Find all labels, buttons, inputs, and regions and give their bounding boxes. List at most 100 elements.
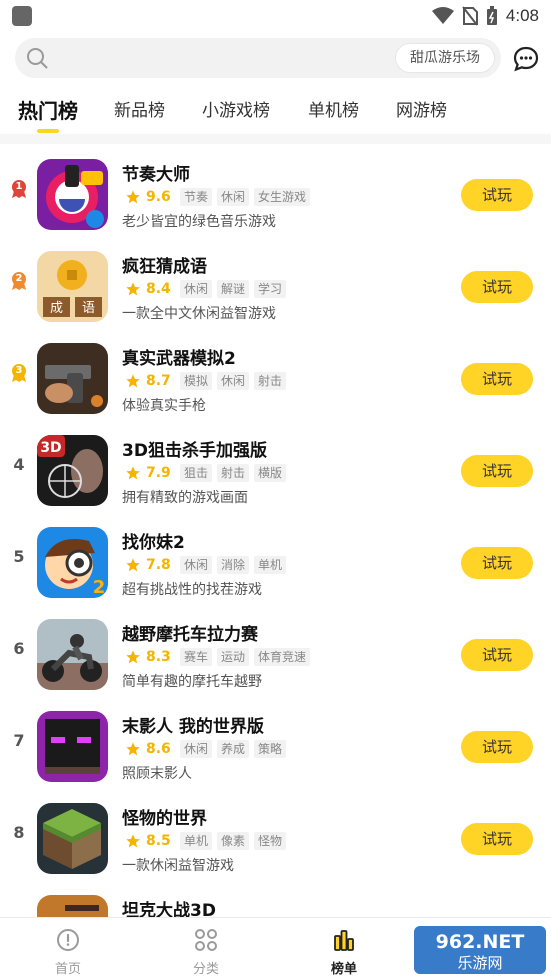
active-tab-indicator: [37, 129, 59, 133]
star-icon: [126, 558, 140, 572]
game-tag: 休闲: [180, 740, 213, 758]
game-description: 超有挑战性的找茬游戏: [122, 582, 262, 598]
no-sim-icon: [462, 6, 478, 26]
list-item[interactable]: 8 怪物的世界 8.5 单机 像素 怪物 一款休闲益智游戏 试玩: [0, 788, 551, 880]
nav-label: 榜单: [330, 962, 357, 977]
try-play-button[interactable]: 试玩: [461, 547, 533, 579]
game-description: 简单有趣的摩托车越野: [122, 674, 262, 690]
nav-ranking[interactable]: 榜单: [299, 918, 389, 979]
tab-online-games[interactable]: 网游榜: [396, 92, 447, 134]
try-play-button[interactable]: 试玩: [461, 363, 533, 395]
game-description: 一款全中文休闲益智游戏: [122, 306, 276, 322]
game-tag: 学习: [254, 280, 287, 298]
search-icon: [27, 48, 48, 69]
tank-icon[interactable]: [37, 895, 108, 917]
star-icon: [126, 742, 140, 756]
list-item[interactable]: 4 3D 3D狙击杀手加强版 7.9 狙击 射击 横版 拥有精致的游戏画面 试玩: [0, 420, 551, 512]
list-item[interactable]: 5 2 找你妹2 7.8 休闲 消除 单机 超有挑战性的找茬游戏 试玩: [0, 512, 551, 604]
nav-category[interactable]: 分类: [161, 918, 251, 979]
game-meta: 8.5 单机 像素 怪物: [125, 831, 291, 851]
try-play-button[interactable]: 试玩: [461, 455, 533, 487]
game-description: 一款休闲益智游戏: [122, 858, 234, 874]
game-description: 照顾末影人: [122, 766, 192, 782]
list-item[interactable]: 7 末影人 我的世界版 8.6 休闲 养成 策略 照顾末影人 试玩: [0, 696, 551, 788]
search-input[interactable]: 甜瓜游乐场: [15, 38, 501, 78]
nav-home[interactable]: 首页: [23, 918, 113, 979]
try-play-button[interactable]: 试玩: [461, 639, 533, 671]
ranking-icon: [334, 930, 354, 951]
list-item[interactable]: 2 成语 疯狂猜成语 8.4 休闲 解谜 学习 一款全中文休闲益智游戏 试玩: [0, 236, 551, 328]
game-score: 8.7: [146, 373, 171, 389]
section-divider: [0, 134, 551, 144]
rank-medal-silver: 2: [6, 266, 32, 296]
search-suggestion-chip[interactable]: 甜瓜游乐场: [395, 43, 495, 73]
tab-mini-games[interactable]: 小游戏榜: [202, 92, 270, 134]
app-notification-icon: [12, 6, 32, 26]
game-tag: 休闲: [217, 188, 250, 206]
star-icon: [126, 650, 140, 664]
svg-text:3D: 3D: [40, 440, 61, 456]
rank-number: 8: [13, 823, 25, 842]
try-play-button[interactable]: 试玩: [461, 179, 533, 211]
game-tag: 消除: [217, 556, 250, 574]
game-score: 8.6: [146, 741, 171, 757]
wifi-icon: [431, 7, 454, 24]
svg-text:成: 成: [50, 301, 63, 316]
enderman-icon[interactable]: [37, 711, 108, 782]
game-tag: 像素: [217, 832, 250, 850]
game-description: 拥有精致的游戏画面: [122, 490, 248, 506]
coin-idiom-icon[interactable]: 成语: [37, 251, 108, 322]
game-tag: 运动: [217, 648, 250, 666]
game-name: 3D狙击杀手加强版: [122, 441, 267, 461]
rank-number: 6: [13, 639, 25, 658]
try-play-button[interactable]: 试玩: [461, 271, 533, 303]
message-icon[interactable]: [513, 46, 539, 72]
game-tag: 休闲: [217, 372, 250, 390]
game-score: 8.3: [146, 649, 171, 665]
game-name: 真实武器模拟2: [122, 349, 236, 369]
rank-medal-gold: 1: [6, 174, 32, 204]
status-bar: 4:08: [0, 0, 551, 32]
rank-number: 7: [13, 731, 25, 750]
battery-icon: [486, 6, 497, 25]
tab-single-player[interactable]: 单机榜: [308, 92, 359, 134]
list-item[interactable]: 6 越野摩托车拉力赛 8.3 赛车 运动 体育竞速 简单有趣的摩托车越野 试玩: [0, 604, 551, 696]
ranking-list[interactable]: 1 节奏大师 9.6 节奏 休闲 女生游戏 老少皆宜的绿色音乐游戏 试玩 2 成…: [0, 144, 551, 917]
game-name: 找你妹2: [122, 533, 185, 553]
star-icon: [126, 834, 140, 848]
watermark-text-bottom: 乐游网: [457, 954, 502, 972]
game-meta: 9.6 节奏 休闲 女生游戏: [125, 187, 315, 207]
tab-new[interactable]: 新品榜: [114, 92, 165, 134]
game-name: 越野摩托车拉力赛: [122, 625, 258, 645]
svg-text:2: 2: [93, 577, 106, 598]
category-icon: [195, 929, 217, 951]
motorbike-icon[interactable]: [37, 619, 108, 690]
try-play-button[interactable]: 试玩: [461, 823, 533, 855]
game-score: 7.9: [146, 465, 171, 481]
game-tag: 解谜: [217, 280, 250, 298]
game-tag: 射击: [254, 372, 287, 390]
sniper-icon[interactable]: 3D: [37, 435, 108, 506]
list-item[interactable]: 坦克大战3D: [0, 880, 551, 917]
list-item[interactable]: 3 真实武器模拟2 8.7 模拟 休闲 射击 体验真实手枪 试玩: [0, 328, 551, 420]
game-meta: 7.9 狙击 射击 横版: [125, 463, 291, 483]
game-tag: 休闲: [180, 556, 213, 574]
star-icon: [126, 374, 140, 388]
game-meta: 8.4 休闲 解谜 学习: [125, 279, 291, 299]
try-play-button[interactable]: 试玩: [461, 731, 533, 763]
watermark-logo: 962.NET 乐游网: [414, 926, 546, 974]
game-tag: 赛车: [180, 648, 213, 666]
list-item[interactable]: 1 节奏大师 9.6 节奏 休闲 女生游戏 老少皆宜的绿色音乐游戏 试玩: [0, 144, 551, 236]
home-icon: [57, 929, 79, 951]
game-tag: 养成: [217, 740, 250, 758]
magnifier-boy-icon[interactable]: 2: [37, 527, 108, 598]
game-tag: 模拟: [180, 372, 213, 390]
rank-number: 5: [13, 547, 25, 566]
tab-hot[interactable]: 热门榜: [18, 92, 78, 134]
game-description: 老少皆宜的绿色音乐游戏: [122, 214, 276, 230]
music-game-icon[interactable]: [37, 159, 108, 230]
game-name: 怪物的世界: [122, 809, 207, 829]
grass-block-icon[interactable]: [37, 803, 108, 874]
search-row: 甜瓜游乐场: [0, 38, 551, 82]
pistol-icon[interactable]: [37, 343, 108, 414]
